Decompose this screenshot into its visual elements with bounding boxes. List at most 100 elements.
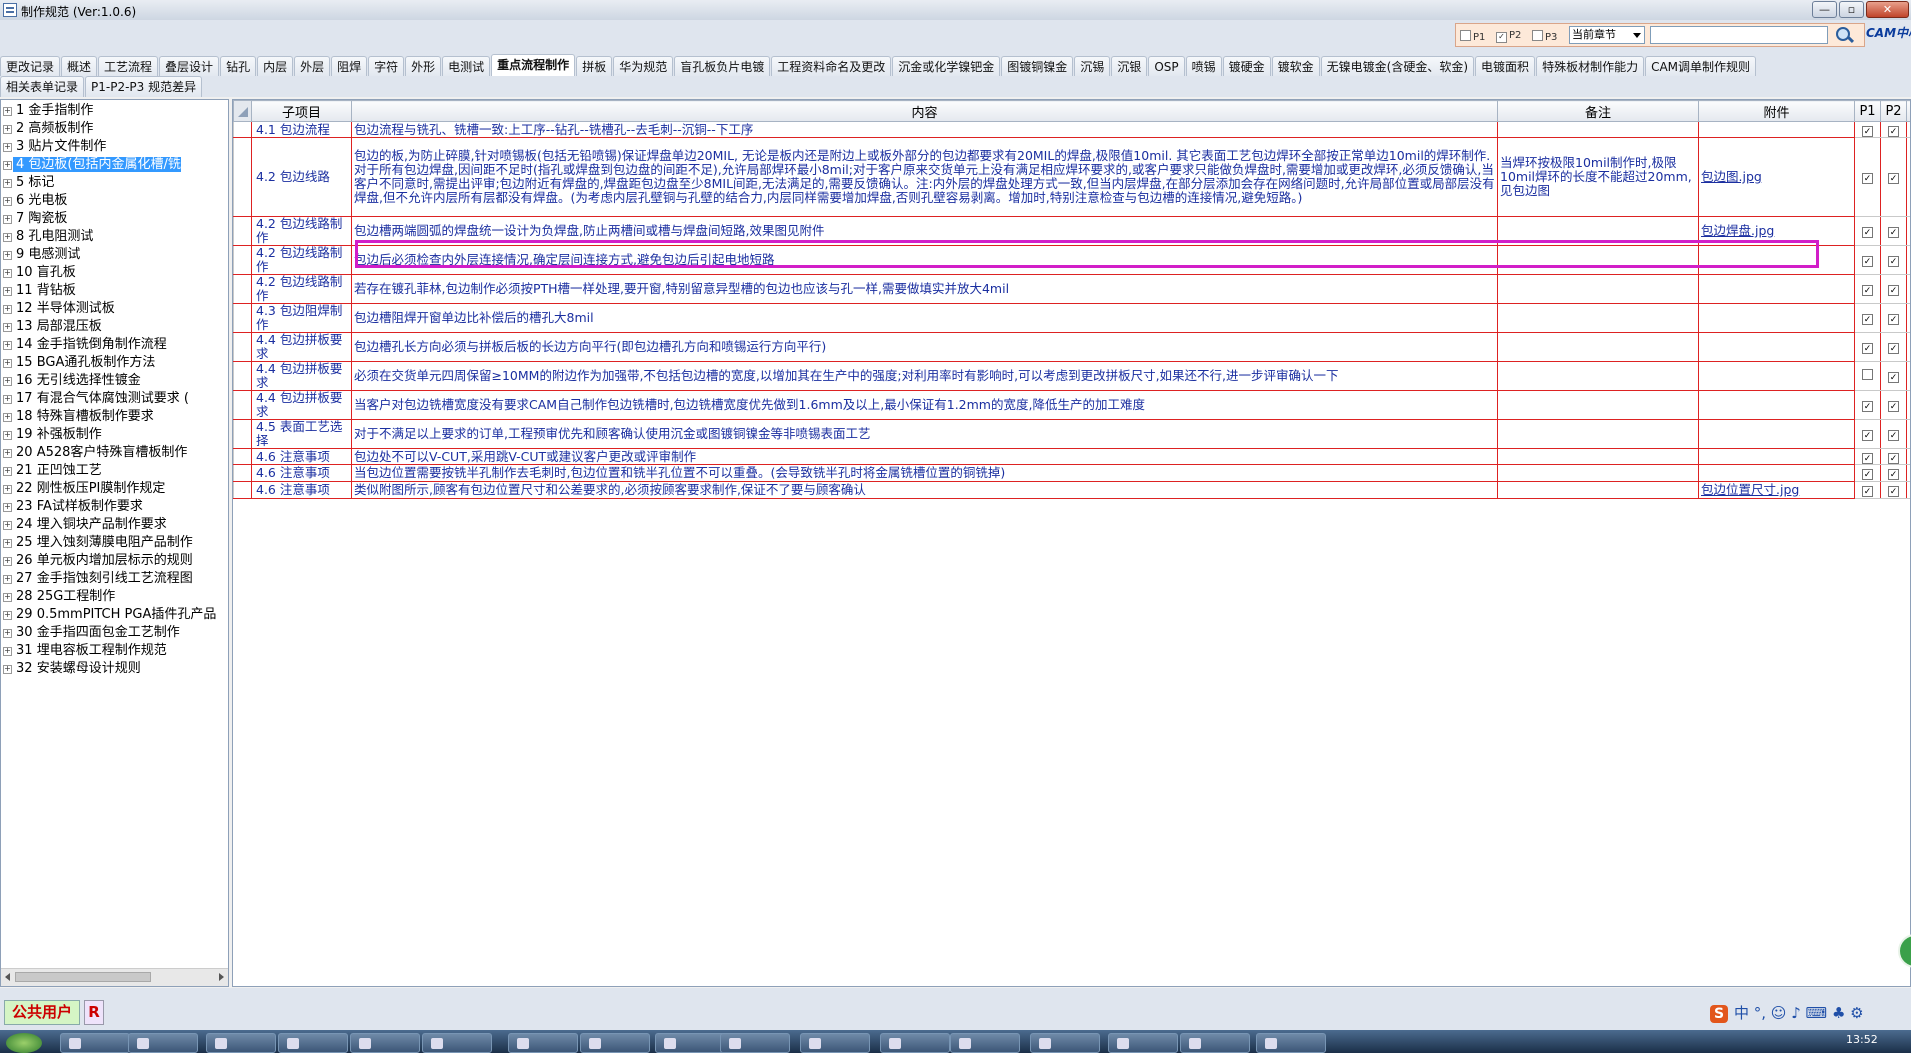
p2-checkbox[interactable]: ✓ P2 — [1496, 30, 1521, 43]
cell-p2[interactable]: ✓ — [1880, 121, 1907, 138]
subtab-0[interactable]: 相关表单记录 — [0, 76, 85, 97]
row-gutter[interactable] — [233, 390, 252, 420]
cell-p3[interactable]: ✓ — [1906, 419, 1910, 449]
expand-icon[interactable]: + — [3, 665, 12, 674]
taskbar-app-button[interactable] — [422, 1033, 492, 1053]
checkbox-icon[interactable] — [1862, 369, 1873, 380]
tab-1[interactable]: 概述 — [61, 56, 98, 76]
checkbox-checked-icon[interactable]: ✓ — [1888, 314, 1899, 325]
col-header-attachment[interactable]: 附件 — [1698, 100, 1855, 122]
expand-icon[interactable]: + — [3, 143, 12, 152]
tree-item[interactable]: +17 有混合气体腐蚀测试要求 ( — [1, 390, 228, 408]
expand-icon[interactable]: + — [3, 503, 12, 512]
tree-item[interactable]: +1 金手指制作 — [1, 102, 228, 120]
checkbox-checked-icon[interactable]: ✓ — [1888, 125, 1899, 137]
expand-icon[interactable]: + — [3, 323, 12, 332]
cell-p2[interactable]: ✓ — [1880, 464, 1907, 482]
tab-15[interactable]: 工程资料命名及更改 — [771, 56, 892, 76]
tree-item[interactable]: +16 无引线选择性镀金 — [1, 372, 228, 390]
tree-item[interactable]: +11 背钻板 — [1, 282, 228, 300]
checkbox-checked-icon[interactable]: ✓ — [1862, 343, 1873, 354]
tab-16[interactable]: 沉金或化学镍钯金 — [892, 56, 1001, 76]
tab-5[interactable]: 内层 — [257, 56, 294, 76]
tree-item[interactable]: +8 孔电阻测试 — [1, 228, 228, 246]
expand-icon[interactable]: + — [3, 305, 12, 314]
tree-item[interactable]: +22 刚性板压PI膜制作规定 — [1, 480, 228, 498]
expand-icon[interactable]: + — [3, 197, 12, 206]
cell-p1[interactable]: ✓ — [1854, 137, 1881, 217]
col-header-p1[interactable]: P1 — [1854, 100, 1881, 122]
tree-item[interactable]: +4 包边板(包括内金属化槽/铣 — [1, 156, 228, 174]
tab-3[interactable]: 叠层设计 — [159, 56, 220, 76]
taskbar-app-button[interactable] — [206, 1033, 276, 1053]
cell-attachment-link[interactable]: 包边图.jpg — [1698, 137, 1855, 217]
tab-18[interactable]: 沉锡 — [1074, 56, 1111, 76]
cell-attachment-link[interactable]: 包边焊盘.jpg — [1698, 216, 1855, 246]
expand-icon[interactable]: + — [3, 269, 12, 278]
table-row[interactable]: 4.6 注意事项 包边处不可以V-CUT,采用跳V-CUT或建议客户更改或评审制作… — [233, 448, 1910, 465]
cell-p1[interactable]: ✓ — [1854, 390, 1881, 420]
expand-icon[interactable]: + — [3, 647, 12, 656]
col-header-note[interactable]: 备注 — [1497, 100, 1699, 122]
taskbar-app-button[interactable] — [1256, 1033, 1326, 1053]
taskbar-app-button[interactable] — [950, 1033, 1020, 1053]
checkbox-checked-icon[interactable]: ✓ — [1862, 486, 1873, 497]
expand-icon[interactable]: + — [3, 395, 12, 404]
table-row[interactable]: 4.4 包边拼板要求 包边槽孔长方向必须与拼板后板的长边方向平行(即包边槽孔方向和… — [233, 332, 1910, 362]
table-row[interactable]: 4.2 包边线路制作 包边后必须检查内外层连接情况,确定层间连接方式,避免包边后引… — [233, 245, 1910, 275]
table-row[interactable]: 4.4 包边拼板要求 当客户对包边铣槽宽度没有要求CAM自己制作包边铣槽时,包边铣… — [233, 390, 1910, 420]
taskbar-app-button[interactable] — [508, 1033, 578, 1053]
tab-7[interactable]: 阻焊 — [331, 56, 368, 76]
checkbox-checked-icon[interactable]: ✓ — [1888, 372, 1899, 383]
cell-p2[interactable]: ✓ — [1880, 137, 1907, 217]
tab-26[interactable]: 特殊板材制作能力 — [1536, 56, 1645, 76]
cell-p3[interactable] — [1906, 361, 1910, 391]
expand-icon[interactable]: + — [3, 521, 12, 530]
table-row[interactable]: 4.6 注意事项 当包边位置需要按铣半孔制作去毛刺时,包边位置和铣半孔位置不可以重… — [233, 464, 1910, 482]
taskbar-app-button[interactable] — [128, 1033, 198, 1053]
checkbox-checked-icon[interactable]: ✓ — [1862, 256, 1873, 267]
cell-p3[interactable]: ✓ — [1906, 332, 1910, 362]
tree-item[interactable]: +12 半导体测试板 — [1, 300, 228, 318]
expand-icon[interactable]: + — [3, 485, 12, 494]
cell-p1[interactable]: ✓ — [1854, 121, 1881, 138]
tab-19[interactable]: 沉银 — [1111, 56, 1148, 76]
expand-icon[interactable]: + — [3, 449, 12, 458]
taskbar-app-button[interactable] — [1180, 1033, 1250, 1053]
checkbox-checked-icon[interactable]: ✓ — [1862, 401, 1873, 412]
tree-item[interactable]: +10 盲孔板 — [1, 264, 228, 282]
tree-item[interactable]: +5 标记 — [1, 174, 228, 192]
expand-icon[interactable]: + — [3, 341, 12, 350]
cell-p2[interactable]: ✓ — [1880, 274, 1907, 304]
expand-icon[interactable]: + — [3, 215, 12, 224]
tree-horizontal-scrollbar[interactable] — [1, 968, 228, 986]
taskbar-app-button[interactable] — [720, 1033, 790, 1053]
checkbox-checked-icon[interactable]: ✓ — [1888, 469, 1899, 480]
tree-item[interactable]: +27 金手指蚀刻引线工艺流程图 — [1, 570, 228, 588]
col-header-p2[interactable]: P2 — [1880, 100, 1907, 122]
cell-p2[interactable]: ✓ — [1880, 332, 1907, 362]
taskbar-app-button[interactable] — [278, 1033, 348, 1053]
tree-item[interactable]: +30 金手指四面包金工艺制作 — [1, 624, 228, 642]
tab-23[interactable]: 镀软金 — [1271, 56, 1320, 76]
expand-icon[interactable]: + — [3, 233, 12, 242]
tab-9[interactable]: 外形 — [405, 56, 442, 76]
cell-p1[interactable]: ✓ — [1854, 216, 1881, 246]
row-gutter[interactable] — [233, 361, 252, 391]
expand-icon[interactable]: + — [3, 593, 12, 602]
table-row[interactable]: 4.2 包边线路制作 包边槽两端圆弧的焊盘统一设计为负焊盘,防止两槽间或槽与焊盘间… — [233, 216, 1910, 246]
scroll-right-icon[interactable] — [219, 973, 224, 981]
table-row[interactable]: 4.2 包边线路制作 若存在镀孔菲林,包边制作必须按PTH槽一样处理,要开窗,特别… — [233, 274, 1910, 304]
expand-icon[interactable]: + — [3, 107, 12, 116]
tab-11[interactable]: 重点流程制作 — [491, 54, 576, 76]
expand-icon[interactable]: + — [3, 557, 12, 566]
tree-item[interactable]: +6 光电板 — [1, 192, 228, 210]
row-gutter[interactable] — [233, 245, 252, 275]
cell-p1[interactable]: ✓ — [1854, 303, 1881, 333]
row-gutter[interactable] — [233, 464, 252, 482]
checkbox-checked-icon[interactable]: ✓ — [1862, 452, 1873, 464]
cell-p2[interactable]: ✓ — [1880, 361, 1907, 391]
cell-p1[interactable] — [1854, 361, 1881, 391]
tree-item[interactable]: +14 金手指铣倒角制作流程 — [1, 336, 228, 354]
table-row[interactable]: 4.3 包边阻焊制作包边槽阻焊开窗单边比补偿后的槽孔大8mil ✓ ✓ ✓ — [233, 303, 1910, 333]
